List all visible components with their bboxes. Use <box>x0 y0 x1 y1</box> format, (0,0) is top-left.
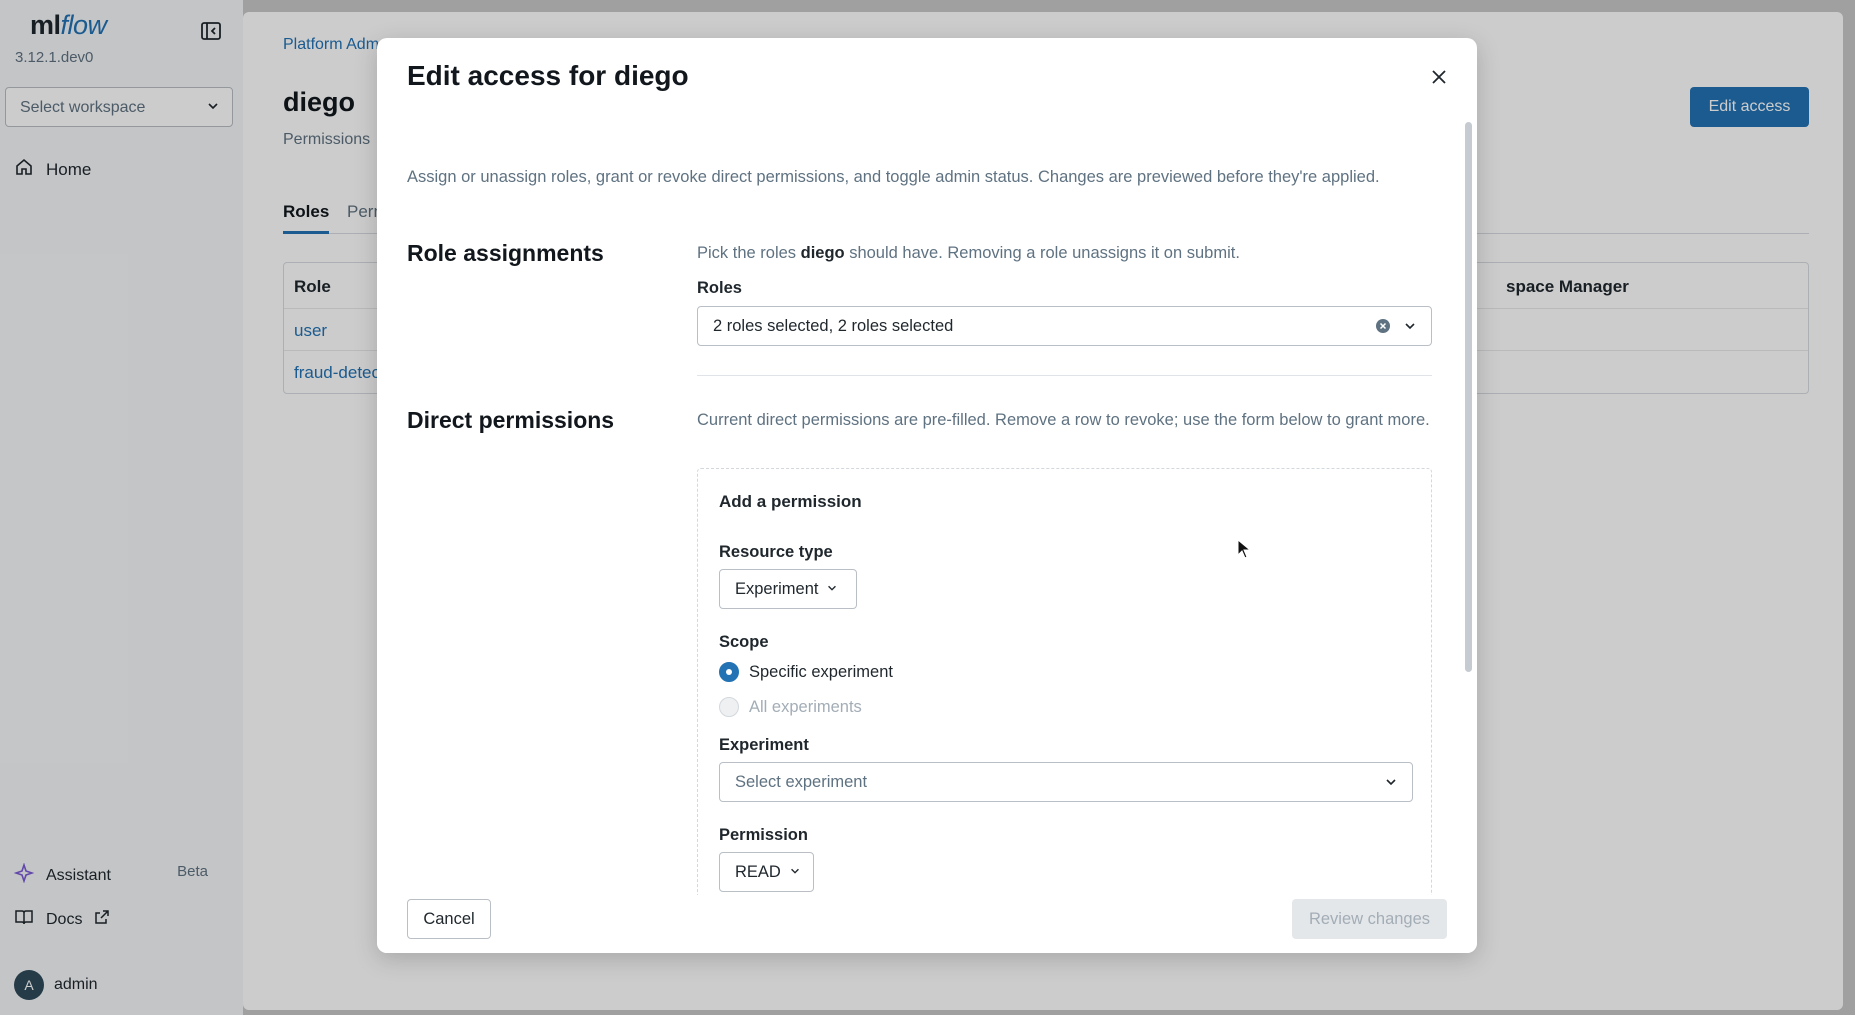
scope-label: Scope <box>719 633 769 651</box>
modal-title: Edit access for diego <box>407 60 689 91</box>
chevron-down-icon <box>1384 775 1398 794</box>
scope-option-all: All experiments <box>719 697 862 717</box>
resource-type-value: Experiment <box>735 579 819 598</box>
direct-permissions-title: Direct permissions <box>407 407 615 433</box>
clear-icon[interactable] <box>1375 318 1391 339</box>
add-permission-title: Add a permission <box>719 492 862 511</box>
role-assignments-title: Role assignments <box>407 240 604 266</box>
add-permission-card: Add a permission Resource type Experimen… <box>697 468 1432 895</box>
scope-option-specific[interactable]: Specific experiment <box>719 662 893 682</box>
scope-option-label: Specific experiment <box>749 662 893 681</box>
review-changes-button[interactable]: Review changes <box>1292 899 1447 939</box>
radio-disabled-icon <box>719 697 739 717</box>
chevron-down-icon <box>789 863 801 882</box>
section-divider <box>697 375 1432 376</box>
permission-label: Permission <box>719 826 808 844</box>
permission-value: READ <box>735 862 781 881</box>
chevron-down-icon <box>826 580 838 599</box>
scrollbar-thumb[interactable] <box>1465 122 1472 672</box>
experiment-select[interactable]: Select experiment <box>719 762 1413 802</box>
mouse-cursor-icon <box>1237 538 1252 564</box>
cancel-button[interactable]: Cancel <box>407 899 491 939</box>
roles-label: Roles <box>697 279 742 297</box>
roles-select[interactable]: 2 roles selected, 2 roles selected <box>697 306 1432 346</box>
resource-type-select[interactable]: Experiment <box>719 569 857 609</box>
modal-scrollbar[interactable] <box>1463 120 1473 895</box>
edit-access-modal: Edit access for diego Assign or unassign… <box>377 38 1477 953</box>
close-icon[interactable] <box>1424 62 1454 92</box>
role-assignments-help: Pick the roles diego should have. Removi… <box>697 244 1240 262</box>
experiment-select-placeholder: Select experiment <box>735 773 868 791</box>
chevron-down-icon[interactable] <box>1403 319 1417 338</box>
radio-checked-icon[interactable] <box>719 662 739 682</box>
resource-type-label: Resource type <box>719 543 833 561</box>
permission-select[interactable]: READ <box>719 852 814 892</box>
modal-body: Assign or unassign roles, grant or revok… <box>377 120 1462 895</box>
roles-select-value: 2 roles selected, 2 roles selected <box>713 317 954 335</box>
modal-footer: Cancel Review changes <box>377 895 1477 953</box>
scope-option-label: All experiments <box>749 697 862 716</box>
modal-intro: Assign or unassign roles, grant or revok… <box>407 168 1380 186</box>
direct-permissions-help: Current direct permissions are pre-fille… <box>697 411 1430 429</box>
experiment-label: Experiment <box>719 736 809 754</box>
